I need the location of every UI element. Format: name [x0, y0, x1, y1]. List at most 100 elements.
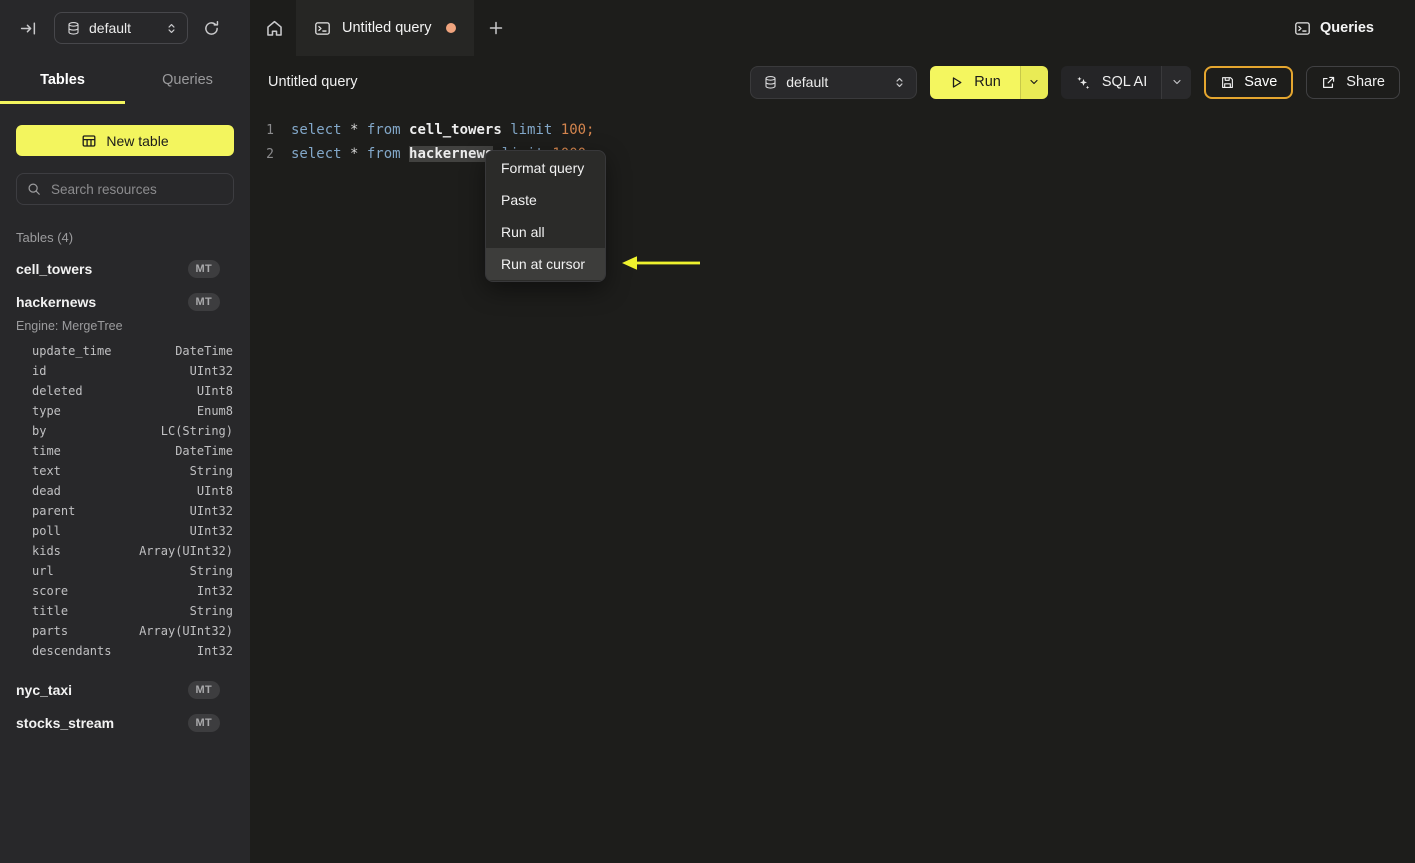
toolbar-actions: default Run SQL AI Save Share — [750, 65, 1400, 99]
table-row[interactable]: stocks_stream MT — [0, 706, 250, 739]
column-type: Int32 — [196, 644, 233, 658]
new-tab-button[interactable] — [488, 20, 504, 36]
column-type: UInt8 — [196, 384, 233, 398]
unfold-chevrons-icon — [893, 76, 906, 89]
column-name: poll — [32, 524, 61, 538]
column-name: by — [32, 424, 47, 438]
column-name: parts — [32, 624, 69, 638]
unsaved-indicator-dot — [446, 23, 457, 33]
home-button[interactable] — [265, 19, 284, 38]
sidebar-tab-tables[interactable]: Tables — [0, 56, 125, 104]
sparkles-icon — [1075, 74, 1092, 91]
table-row[interactable]: hackernews MT — [0, 285, 250, 318]
column-name: title — [32, 604, 69, 618]
column-type: String — [189, 464, 233, 478]
column-row: title String — [32, 601, 233, 621]
column-row: descendants Int32 — [32, 641, 233, 661]
share-button-label: Share — [1346, 74, 1385, 90]
queries-button-label: Queries — [1320, 20, 1374, 36]
column-row: text String — [32, 461, 233, 481]
code-token: from — [366, 146, 410, 162]
column-row: deleted UInt8 — [32, 381, 233, 401]
collapse-sidebar-button[interactable] — [20, 20, 37, 37]
search-icon — [27, 182, 41, 196]
menu-item-run-all[interactable]: Run all — [486, 216, 605, 248]
column-row: time DateTime — [32, 441, 233, 461]
save-button[interactable]: Save — [1204, 65, 1294, 99]
top-bar: default Untitled query Queries — [0, 0, 1415, 56]
tab-title: Untitled query — [342, 20, 432, 36]
sidebar-tab-queries[interactable]: Queries — [125, 56, 250, 104]
column-row: type Enum8 — [32, 401, 233, 421]
query-toolbar: Untitled query default Run SQL AI Save S… — [250, 56, 1415, 108]
column-row: kids Array(UInt32) — [32, 541, 233, 561]
editor-context-menu: Format query Paste Run all Run at cursor — [485, 150, 606, 282]
sidebar-tab-tables-label: Tables — [40, 72, 85, 88]
collapse-sidebar-icon — [20, 20, 37, 37]
table-row[interactable]: cell_towers MT — [0, 252, 250, 285]
table-name: hackernews — [16, 293, 97, 310]
table-row[interactable]: nyc_taxi MT — [0, 673, 250, 706]
home-icon — [265, 19, 284, 38]
database-icon — [763, 75, 778, 90]
line-number: 1 — [266, 122, 274, 138]
new-table-button[interactable]: New table — [16, 125, 234, 156]
column-type: String — [189, 604, 233, 618]
top-bar-right: Untitled query Queries — [250, 0, 1415, 56]
column-name: score — [32, 584, 69, 598]
share-button[interactable]: Share — [1306, 65, 1400, 99]
code-token: select — [291, 122, 351, 138]
sidebar-tabs: Tables Queries — [0, 56, 250, 104]
queries-icon — [1294, 20, 1311, 37]
chevron-down-icon — [1171, 76, 1183, 88]
column-type: UInt32 — [189, 504, 233, 518]
tab-untitled-query[interactable]: Untitled query — [296, 0, 475, 56]
column-row: update_time DateTime — [32, 341, 233, 361]
engine-badge: MT — [187, 713, 220, 732]
sql-ai-options-button[interactable] — [1161, 65, 1192, 99]
run-split-button: Run — [930, 65, 1048, 99]
sql-editor[interactable]: 1 select * from cell_towers limit 100; 2 se… — [250, 108, 1415, 863]
sql-ai-button[interactable]: SQL AI — [1061, 66, 1161, 99]
menu-item-format-query[interactable]: Format query — [486, 152, 605, 184]
database-selector-value: default — [786, 74, 829, 90]
sidebar-tab-queries-label: Queries — [162, 72, 213, 88]
menu-item-run-at-cursor[interactable]: Run at cursor — [486, 248, 605, 280]
code-content: select * from cell_towers limit 100; — [274, 122, 594, 138]
search-resources-input[interactable] — [49, 180, 223, 198]
column-type: UInt32 — [189, 364, 233, 378]
chevron-down-icon — [1028, 76, 1040, 88]
column-type: Int32 — [196, 584, 233, 598]
menu-item-paste[interactable]: Paste — [486, 184, 605, 216]
column-name: url — [32, 564, 54, 578]
app-window: default Untitled query Queries Tables Qu… — [0, 0, 1415, 863]
code-token: from — [366, 122, 410, 138]
column-name: deleted — [32, 384, 83, 398]
column-name: parent — [32, 504, 76, 518]
engine-badge: MT — [187, 680, 220, 699]
refresh-icon — [203, 20, 220, 37]
code-token: select — [291, 146, 351, 162]
database-selector-topbar[interactable]: default — [54, 12, 188, 44]
column-row: parts Array(UInt32) — [32, 621, 233, 641]
columns-list: update_time DateTime id UInt32 deleted UInt8 t… — [0, 339, 250, 673]
queries-button-topbar[interactable]: Queries — [1288, 19, 1380, 38]
engine-badge: MT — [187, 292, 220, 311]
save-icon — [1220, 75, 1235, 90]
main-panel: Untitled query default Run SQL AI Save S… — [250, 56, 1415, 863]
column-row: url String — [32, 561, 233, 581]
table-name: stocks_stream — [16, 714, 115, 731]
code-token: hackernews — [409, 146, 494, 162]
console-tab-icon — [314, 20, 331, 37]
play-icon — [949, 75, 964, 90]
database-selector-value: default — [89, 20, 132, 36]
run-button-label: Run — [974, 74, 1001, 90]
refresh-button[interactable] — [203, 20, 220, 37]
run-button[interactable]: Run — [930, 65, 1020, 99]
sql-ai-split-button: SQL AI — [1060, 65, 1192, 99]
database-selector-toolbar[interactable]: default — [750, 65, 918, 99]
run-options-button[interactable] — [1019, 65, 1048, 99]
line-number: 2 — [266, 146, 274, 162]
column-row: poll UInt32 — [32, 521, 233, 541]
